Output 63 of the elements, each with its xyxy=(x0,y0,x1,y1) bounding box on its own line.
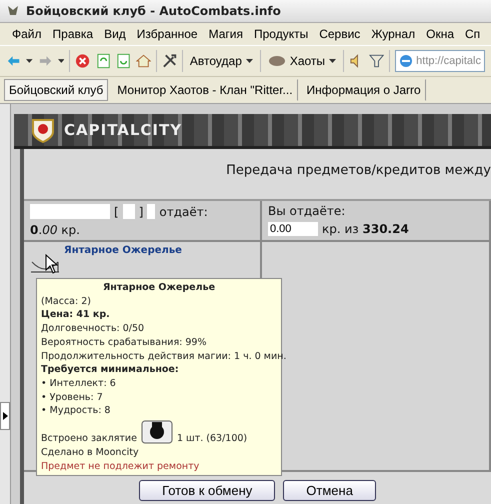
tooltip-line: 1 шт. (63/100) xyxy=(176,432,248,446)
filter-icon[interactable] xyxy=(369,53,384,69)
bracket: [ xyxy=(114,204,119,218)
browser-tab[interactable]: Информация о Jarro xyxy=(302,79,426,101)
tooltip-line: Цена: 41 кр. xyxy=(41,308,110,322)
tooltip-line: Встроено заклятие xyxy=(41,432,137,446)
menu-item[interactable]: Окна xyxy=(426,27,454,41)
menu-item[interactable]: Избранное xyxy=(136,27,198,41)
address-field[interactable]: http://capitalc xyxy=(395,50,485,72)
redacted-block xyxy=(147,204,156,219)
play-arrow-icon xyxy=(2,412,8,420)
caret-icon xyxy=(58,59,64,63)
tooltip-line: • Уровень: 7 xyxy=(41,390,103,404)
chaos-button[interactable]: Хаоты xyxy=(266,54,338,68)
stop-icon[interactable] xyxy=(75,53,91,69)
tooltip-line: • Мудрость: 8 xyxy=(41,404,110,418)
tooltip-line: (Масса: 2) xyxy=(41,294,91,308)
refresh-icon[interactable] xyxy=(116,53,131,69)
tooltip-line: Вероятность срабатывания: 99% xyxy=(41,336,206,350)
home-icon[interactable] xyxy=(136,53,151,69)
tooltip-line: • Интеллект: 6 xyxy=(41,376,116,391)
mouse-cursor-icon xyxy=(45,254,59,274)
browser-tab[interactable]: Монитор Хаотов - Клан "Ritter... xyxy=(112,79,298,101)
menu-item[interactable]: Файл xyxy=(12,27,42,41)
gives-label: отдаёт: xyxy=(159,204,208,218)
creature-icon xyxy=(268,54,286,68)
window-title: Бойцовский клуб - AutoCombats.info xyxy=(26,4,281,18)
autostrike-button[interactable]: Автоудар xyxy=(188,54,255,68)
necklace-icon[interactable] xyxy=(30,260,60,274)
page-heading: Передача предметов/кредитов между xyxy=(226,163,491,178)
credit-input[interactable]: 0.00 xyxy=(268,222,318,236)
site-logo: CAPITALCITY xyxy=(64,121,182,139)
tooltip-line: Сделано в Mooncity xyxy=(41,446,139,460)
credit-amount: кр. из 330.24 xyxy=(322,222,409,236)
crest-icon xyxy=(30,116,56,144)
tooltip-line: Продолжительность действия магии: 1 ч. 0 мин. xyxy=(41,350,286,364)
menu-item[interactable]: Журнал xyxy=(371,27,416,41)
menu-item[interactable]: Сервис xyxy=(319,27,360,41)
tooltip-warning: Предмет не подлежит ремонту xyxy=(41,460,200,474)
scroll-icon xyxy=(140,418,174,446)
item-link[interactable]: Янтарное Ожерелье xyxy=(30,245,254,256)
caret-icon xyxy=(26,59,33,63)
caret-icon xyxy=(329,59,336,63)
refresh-icon[interactable] xyxy=(96,53,111,69)
menu-item[interactable]: Магия xyxy=(208,27,243,41)
caret-icon xyxy=(246,59,253,63)
credit-amount: 0.00 кр. xyxy=(30,223,81,237)
bracket: ] xyxy=(138,204,144,218)
form-button[interactable]: Отмена xyxy=(283,480,376,501)
menu-item[interactable]: Правка xyxy=(52,27,94,41)
tooltip-title: Янтарное Ожерелье xyxy=(102,281,216,295)
menu-item[interactable]: Сп xyxy=(465,27,480,41)
redacted-block xyxy=(122,204,135,219)
menu-item[interactable]: Продукты xyxy=(254,27,308,41)
browser-tab[interactable]: Бойцовский клуб xyxy=(4,79,108,101)
menu-item[interactable]: Вид xyxy=(104,27,126,41)
tools-icon[interactable] xyxy=(162,53,177,69)
you-give-label: Вы отдаёте: xyxy=(268,204,346,218)
app-icon xyxy=(6,4,20,18)
form-button[interactable]: Готов к обмену xyxy=(139,480,276,501)
tooltip-line: Требуется минимальное: xyxy=(41,363,179,377)
expand-handle[interactable] xyxy=(0,402,10,430)
tooltip-line: Долговечность: 0/50 xyxy=(41,322,144,336)
